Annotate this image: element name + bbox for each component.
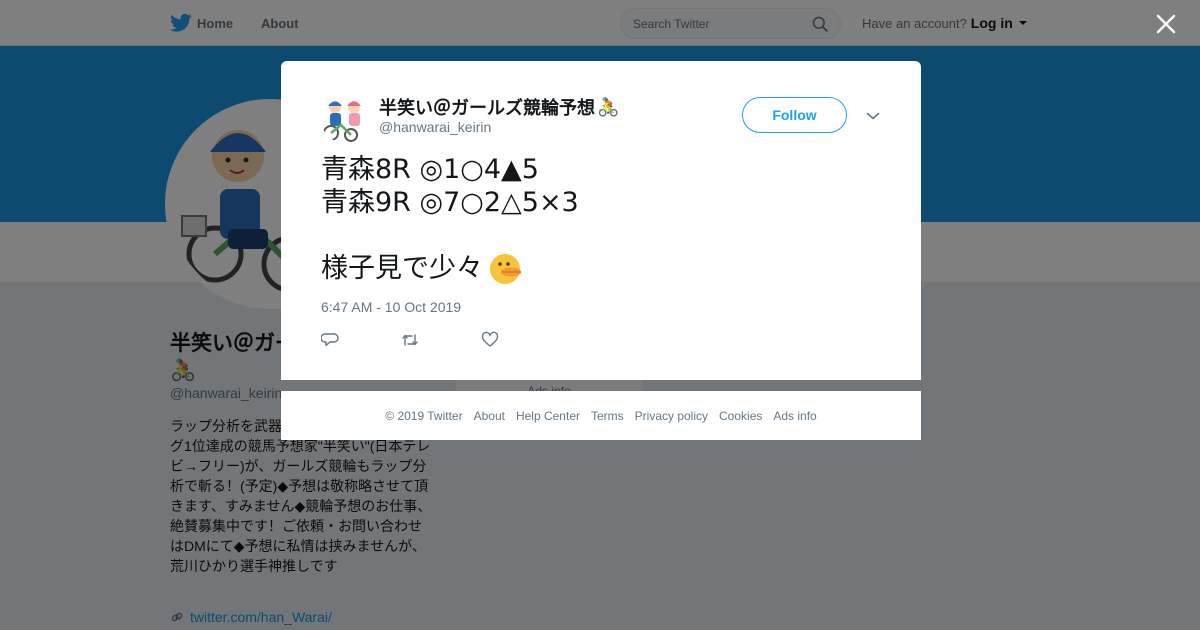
reply-button[interactable] <box>321 331 401 349</box>
chevron-down-icon[interactable] <box>866 111 880 121</box>
footer-terms-link[interactable]: Terms <box>591 409 624 423</box>
tweet-modal: 半笑い＠ガールズ競輪予想 🚴 @hanwarai_keirin Follow 青… <box>281 61 921 380</box>
footer-copyright: © 2019 Twitter <box>385 408 463 423</box>
tweet-actions <box>321 331 561 349</box>
tweet-author-avatar[interactable] <box>321 95 369 143</box>
tweet-line-1: 青森8R ◎1○4▲5 <box>321 154 539 185</box>
footer-about-link[interactable]: About <box>474 409 505 423</box>
duck-face-emoji-icon <box>490 254 521 285</box>
footer-cookies-link[interactable]: Cookies <box>719 409 762 423</box>
footer-privacy-link[interactable]: Privacy policy <box>635 409 708 423</box>
close-icon[interactable] <box>1156 14 1176 34</box>
tweet-author-name[interactable]: 半笑い＠ガールズ競輪予想 🚴 <box>379 94 619 120</box>
tweet-line-3-text: 様子見で少々 <box>321 253 483 284</box>
tweet-author-handle[interactable]: @hanwarai_keirin <box>379 119 491 135</box>
reply-icon <box>321 333 339 347</box>
follow-button[interactable]: Follow <box>742 97 847 133</box>
like-button[interactable] <box>481 331 561 349</box>
tweet-timestamp[interactable]: 6:47 AM - 10 Oct 2019 <box>321 299 461 315</box>
tweet-author-name-text: 半笑い＠ガールズ競輪予想 <box>379 98 595 118</box>
modal-footer: © 2019 Twitter About Help Center Terms P… <box>281 391 921 440</box>
cyclist-emoji-icon: 🚴 <box>597 96 620 117</box>
cyclists-avatar-icon <box>323 101 361 142</box>
retweet-icon <box>402 334 418 346</box>
heart-icon <box>481 331 499 347</box>
tweet-line-2: 青森9R ◎7○2△5×3 <box>321 186 579 218</box>
footer-ads-info-link[interactable]: Ads info <box>773 409 816 423</box>
tweet-text: 青森8R ◎1○4▲5 青森9R ◎7○2△5×3 様子見で少々 <box>321 154 579 286</box>
tweet-line-3: 様子見で少々 <box>321 253 579 286</box>
retweet-button[interactable] <box>401 331 481 349</box>
footer-help-center-link[interactable]: Help Center <box>516 409 580 423</box>
